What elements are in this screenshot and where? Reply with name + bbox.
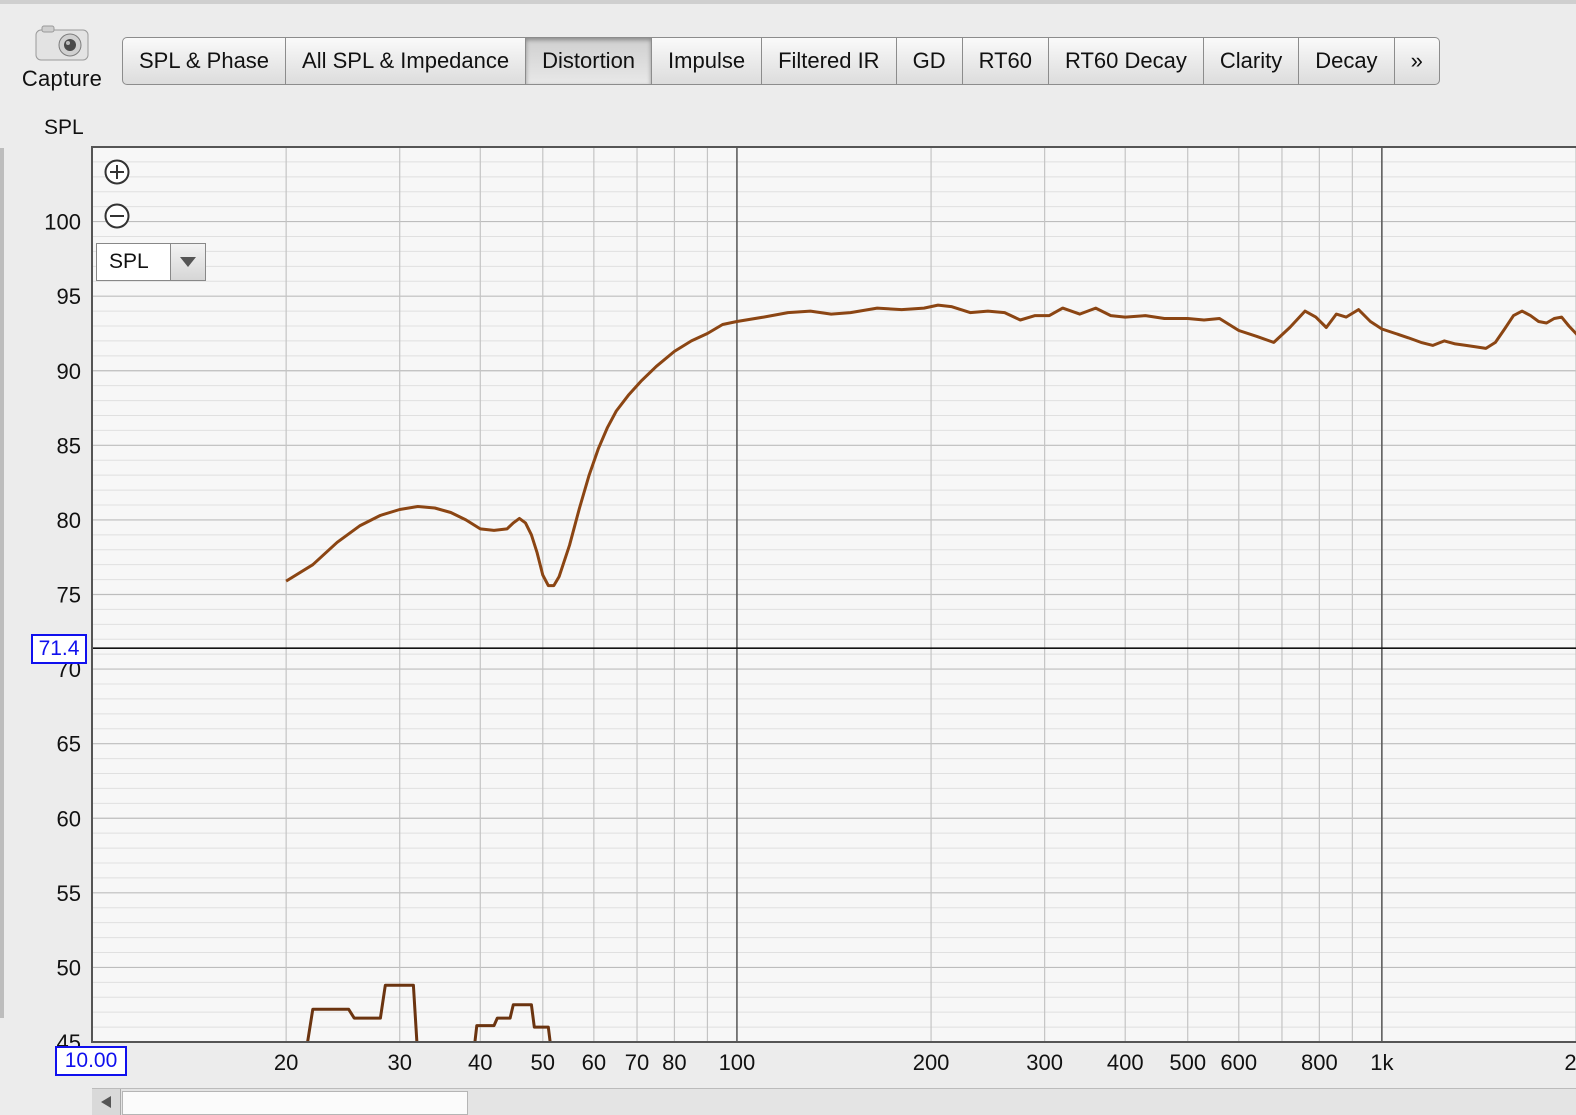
- graph-mode-select[interactable]: SPL: [96, 243, 206, 281]
- x-tick-label: 200: [913, 1050, 950, 1075]
- scroll-left-button[interactable]: [92, 1089, 121, 1115]
- zoom-in-icon[interactable]: [102, 157, 132, 187]
- y-tick-label: 65: [57, 732, 81, 757]
- scrollbar-thumb[interactable]: [122, 1091, 468, 1115]
- cursor-y-readout: 71.4: [31, 634, 87, 664]
- y-tick-label: 55: [57, 881, 81, 906]
- x-tick-label: 300: [1026, 1050, 1063, 1075]
- x-tick-label: 500: [1169, 1050, 1206, 1075]
- x-tick-label: 80: [662, 1050, 686, 1075]
- zoom-out-icon[interactable]: [102, 201, 132, 231]
- arrow-left-icon: [101, 1096, 111, 1108]
- y-tick-label: 95: [57, 284, 81, 309]
- cursor-x-readout: 10.00: [55, 1046, 127, 1076]
- x-tick-label: 70: [625, 1050, 649, 1075]
- graph-mode-value: SPL: [109, 250, 149, 273]
- x-tick-label: 30: [387, 1050, 411, 1075]
- x-tick-label: 100: [719, 1050, 756, 1075]
- spl-chart[interactable]: 455055606570758085909510020 30 40 50 60 70 80 1…: [0, 0, 1576, 1114]
- y-tick-label: 60: [57, 806, 81, 831]
- x-tick-label: 40: [468, 1050, 492, 1075]
- x-tick-label: 400: [1107, 1050, 1144, 1075]
- y-tick-label: 75: [57, 583, 81, 608]
- y-tick-label: 85: [57, 433, 81, 458]
- y-tick-label: 50: [57, 955, 81, 980]
- horizontal-scrollbar[interactable]: [92, 1088, 1576, 1115]
- x-tick-label: 800: [1301, 1050, 1338, 1075]
- x-tick-label: 1k: [1370, 1050, 1394, 1075]
- x-tick-label: 50: [531, 1050, 555, 1075]
- y-tick-label: 80: [57, 508, 81, 533]
- y-tick-label: 100: [44, 210, 81, 235]
- x-tick-label: 600: [1220, 1050, 1257, 1075]
- x-tick-label: 2k: [1564, 1050, 1576, 1075]
- x-tick-label: 60: [582, 1050, 606, 1075]
- y-tick-label: 90: [57, 359, 81, 384]
- chevron-down-icon: [170, 244, 205, 280]
- x-tick-label: 20: [274, 1050, 298, 1075]
